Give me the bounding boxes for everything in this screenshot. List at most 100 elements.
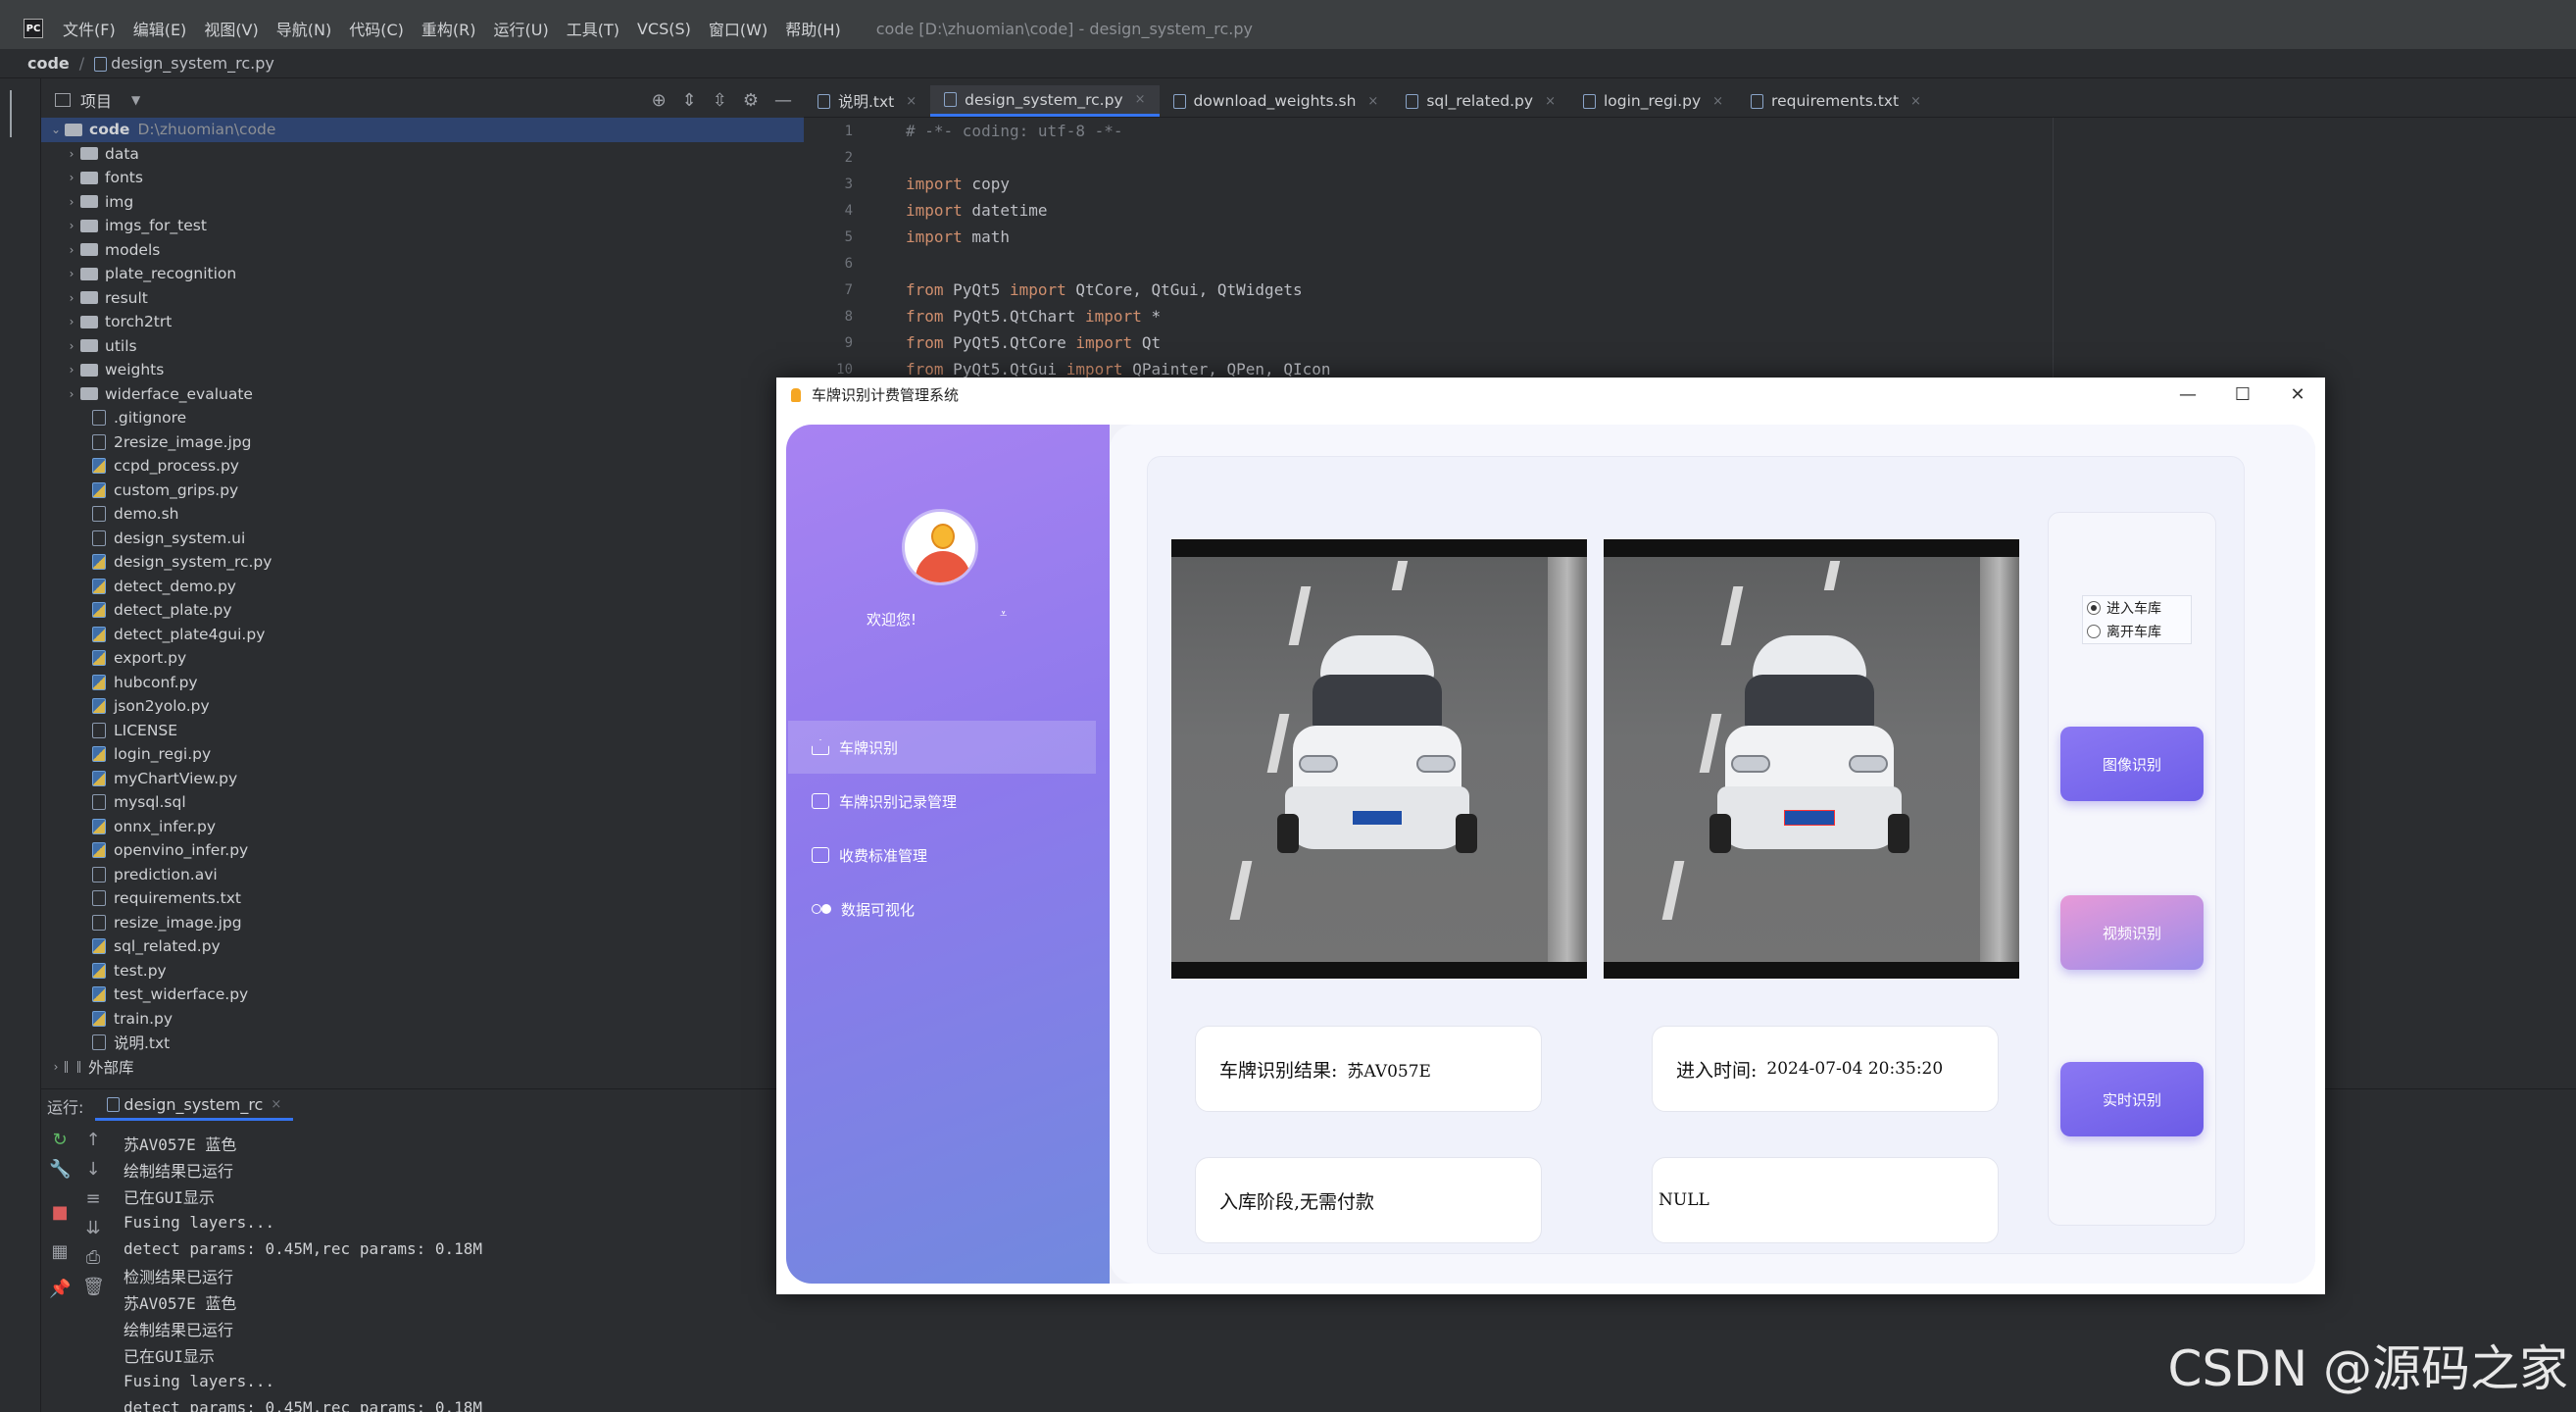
close-icon[interactable]: × (1910, 94, 1921, 109)
menu-code[interactable]: 代码(C) (349, 17, 404, 40)
tree-folder-row[interactable]: › plate_recognition (41, 262, 804, 286)
tree-file-row[interactable]: openvino_infer.py (41, 838, 804, 863)
tree-file-row[interactable]: design_system.ui (41, 527, 804, 551)
tree-folder-row[interactable]: › result (41, 286, 804, 311)
stop-icon[interactable]: ■ (49, 1202, 71, 1224)
external-libs-row[interactable]: › 外部库 (41, 1055, 804, 1080)
tree-file-row[interactable]: prediction.avi (41, 863, 804, 887)
close-icon[interactable]: × (1367, 94, 1378, 109)
menu-navigate[interactable]: 导航(N) (276, 17, 331, 40)
menu-edit[interactable]: 编辑(E) (133, 17, 187, 40)
sort-icon[interactable]: ⇊ (82, 1218, 104, 1239)
avatar[interactable] (902, 509, 978, 585)
editor-tab[interactable]: requirements.txt × (1737, 85, 1935, 117)
chevron-right-icon[interactable]: › (63, 387, 80, 401)
tree-file-row[interactable]: .gitignore (41, 406, 804, 430)
tree-file-row[interactable]: demo.sh (41, 502, 804, 527)
radio-enter-garage[interactable]: 进入车库 (2083, 596, 2191, 620)
maximize-button[interactable]: ☐ (2215, 378, 2270, 411)
hide-icon[interactable]: — (774, 90, 792, 111)
chevron-right-icon[interactable]: › (63, 339, 80, 353)
project-tool-button[interactable] (10, 90, 29, 137)
tree-folder-row[interactable]: › fonts (41, 166, 804, 190)
tree-file-row[interactable]: detect_plate.py (41, 598, 804, 623)
tree-file-row[interactable]: detect_demo.py (41, 575, 804, 599)
soft-wrap-icon[interactable]: ≡ (82, 1188, 104, 1210)
wrench-icon[interactable]: 🔧 (49, 1159, 71, 1181)
nav-fee-standard[interactable]: 收费标准管理 (788, 829, 1096, 882)
chevron-down-icon[interactable]: ▼ (131, 93, 140, 107)
app-titlebar[interactable]: 车牌识别计费管理系统 — ☐ ✕ (776, 378, 2325, 411)
menu-view[interactable]: 视图(V) (204, 17, 258, 40)
nav-data-visualization[interactable]: 数据可视化 (788, 882, 1096, 935)
tree-folder-row[interactable]: › imgs_for_test (41, 214, 804, 238)
chevron-right-icon[interactable]: › (63, 363, 80, 377)
chevron-right-icon[interactable]: › (63, 147, 80, 161)
close-button[interactable]: ✕ (2270, 378, 2325, 411)
editor-tab[interactable]: login_regi.py × (1569, 85, 1737, 117)
collapse-all-icon[interactable]: ⇳ (713, 90, 727, 111)
run-config-tab[interactable]: design_system_rc × (95, 1091, 294, 1121)
tree-folder-row[interactable]: › data (41, 142, 804, 167)
menu-file[interactable]: 文件(F) (63, 17, 116, 40)
menu-window[interactable]: 窗口(W) (709, 17, 768, 40)
tree-file-row[interactable]: mysql.sql (41, 790, 804, 815)
close-icon[interactable]: × (1712, 94, 1723, 109)
video-recognition-button[interactable]: 视频识别 (2060, 895, 2204, 970)
tree-file-row[interactable]: 说明.txt (41, 1031, 804, 1055)
close-icon[interactable]: × (1545, 94, 1556, 109)
menu-help[interactable]: 帮助(H) (785, 17, 841, 40)
image-recognition-button[interactable]: 图像识别 (2060, 727, 2204, 801)
radio-enter-indicator[interactable] (2087, 601, 2101, 615)
breadcrumb-file[interactable]: design_system_rc.py (94, 54, 274, 73)
tree-file-row[interactable]: design_system_rc.py (41, 550, 804, 575)
project-view-label[interactable]: 项目 (80, 88, 112, 112)
close-icon[interactable]: × (906, 94, 916, 109)
menu-vcs[interactable]: VCS(S) (637, 20, 691, 38)
breadcrumb-root[interactable]: code (27, 54, 70, 73)
tree-file-row[interactable]: sql_related.py (41, 934, 804, 959)
locate-icon[interactable]: ⊕ (652, 90, 667, 111)
tree-folder-row[interactable]: › torch2trt (41, 310, 804, 334)
tree-file-row[interactable]: myChartView.py (41, 767, 804, 791)
menu-refactor[interactable]: 重构(R) (421, 17, 476, 40)
nav-record-management[interactable]: 车牌识别记录管理 (788, 775, 1096, 828)
scroll-down-icon[interactable]: ↓ (82, 1159, 104, 1181)
tree-file-row[interactable]: test_widerface.py (41, 983, 804, 1007)
nav-plate-recognition[interactable]: 车牌识别 (788, 721, 1096, 774)
chevron-down-icon[interactable]: ⌄ (47, 123, 65, 136)
minimize-button[interactable]: — (2160, 378, 2215, 411)
tree-folder-row[interactable]: › img (41, 190, 804, 215)
tree-file-row[interactable]: json2yolo.py (41, 694, 804, 719)
chevron-right-icon[interactable]: › (47, 1060, 65, 1074)
tree-file-row[interactable]: resize_image.jpg (41, 911, 804, 935)
menu-run[interactable]: 运行(U) (494, 17, 549, 40)
tree-file-row[interactable]: login_regi.py (41, 742, 804, 767)
tree-file-row[interactable]: requirements.txt (41, 886, 804, 911)
tree-file-row[interactable]: hubconf.py (41, 671, 804, 695)
chevron-right-icon[interactable]: › (63, 171, 80, 184)
realtime-recognition-button[interactable]: 实时识别 (2060, 1062, 2204, 1136)
tree-folder-row[interactable]: › utils (41, 334, 804, 359)
chevron-right-icon[interactable]: › (63, 315, 80, 328)
chevron-right-icon[interactable]: › (63, 243, 80, 257)
chevron-right-icon[interactable]: › (63, 195, 80, 209)
tree-file-row[interactable]: LICENSE (41, 719, 804, 743)
gear-icon[interactable]: ⚙ (743, 90, 759, 111)
expand-all-icon[interactable]: ⇕ (682, 90, 697, 111)
tree-file-row[interactable]: custom_grips.py (41, 479, 804, 503)
print-icon[interactable]: ⎙ (82, 1247, 104, 1269)
radio-leave-indicator[interactable] (2087, 625, 2101, 638)
tree-file-row[interactable]: onnx_infer.py (41, 815, 804, 839)
scroll-up-icon[interactable]: ↑ (82, 1130, 104, 1151)
tree-file-row[interactable]: test.py (41, 959, 804, 983)
user-menu-chevron-icon[interactable]: ⩡ (1000, 607, 1007, 622)
tree-folder-row[interactable]: › widerface_evaluate (41, 382, 804, 407)
tree-folder-row[interactable]: › weights (41, 358, 804, 382)
rerun-icon[interactable]: ↻ (49, 1130, 71, 1151)
radio-leave-garage[interactable]: 离开车库 (2083, 620, 2191, 643)
editor-tab[interactable]: download_weights.sh × (1160, 85, 1393, 117)
menu-tools[interactable]: 工具(T) (567, 17, 619, 40)
editor-tab[interactable]: 说明.txt × (804, 85, 930, 117)
pin-icon[interactable]: 📌 (49, 1279, 71, 1300)
